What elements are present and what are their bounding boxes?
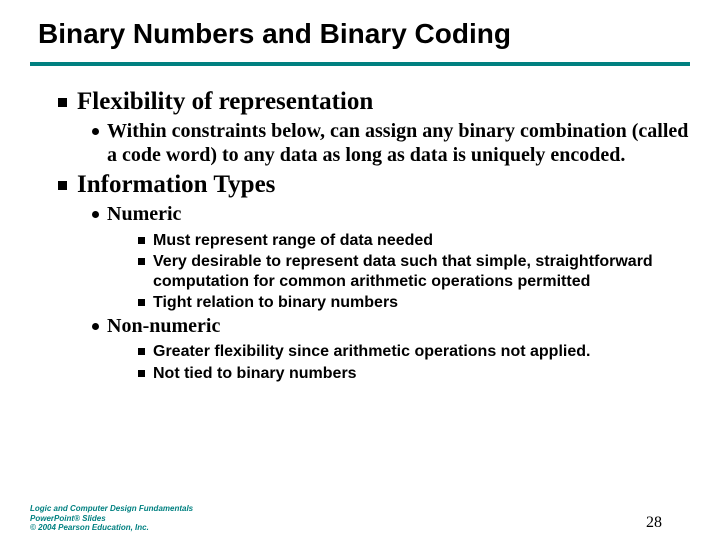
footer-line1: Logic and Computer Design Fundamentals: [30, 504, 193, 513]
subsub-text: Very desirable to represent data such th…: [153, 252, 690, 291]
slide: Binary Numbers and Binary Coding Flexibi…: [0, 0, 720, 540]
square-bullet-icon: [138, 370, 145, 377]
subsub-nonnumeric-1: Greater flexibility since arithmetic ope…: [138, 342, 690, 362]
page-number: 28: [646, 514, 690, 532]
footer-logo: Logic and Computer Design Fundamentals P…: [30, 504, 193, 532]
subbullet-flex-desc: Within constraints below, can assign any…: [92, 120, 690, 167]
subsub-text: Tight relation to binary numbers: [153, 293, 398, 313]
square-bullet-icon: [58, 181, 67, 190]
square-bullet-icon: [58, 98, 67, 107]
dot-bullet-icon: [92, 211, 99, 218]
bullet-text: Information Types: [77, 171, 275, 199]
subsub-text: Must represent range of data needed: [153, 231, 433, 251]
bullet-flexibility: Flexibility of representation: [58, 88, 690, 116]
subbullet-text: Within constraints below, can assign any…: [107, 120, 690, 167]
subbullet-numeric: Numeric: [92, 203, 690, 227]
square-bullet-icon: [138, 258, 145, 265]
subsub-text: Not tied to binary numbers: [153, 364, 357, 384]
square-bullet-icon: [138, 299, 145, 306]
dot-bullet-icon: [92, 323, 99, 330]
slide-footer: Logic and Computer Design Fundamentals P…: [30, 504, 690, 532]
subbullet-text: Non-numeric: [107, 315, 220, 339]
subsub-numeric-1: Must represent range of data needed: [138, 231, 690, 251]
slide-title: Binary Numbers and Binary Coding: [30, 18, 690, 50]
footer-line3: © 2004 Pearson Education, Inc.: [30, 523, 193, 532]
subsub-text: Greater flexibility since arithmetic ope…: [153, 342, 590, 362]
subsub-numeric-2: Very desirable to represent data such th…: [138, 252, 690, 291]
subsub-numeric-3: Tight relation to binary numbers: [138, 293, 690, 313]
subsub-nonnumeric-2: Not tied to binary numbers: [138, 364, 690, 384]
footer-line2: PowerPoint® Slides: [30, 514, 193, 523]
square-bullet-icon: [138, 237, 145, 244]
bullet-info-types: Information Types: [58, 171, 690, 199]
subbullet-nonnumeric: Non-numeric: [92, 315, 690, 339]
dot-bullet-icon: [92, 128, 99, 135]
bullet-text: Flexibility of representation: [77, 88, 373, 116]
title-divider: [30, 62, 690, 66]
square-bullet-icon: [138, 348, 145, 355]
subbullet-text: Numeric: [107, 203, 181, 227]
